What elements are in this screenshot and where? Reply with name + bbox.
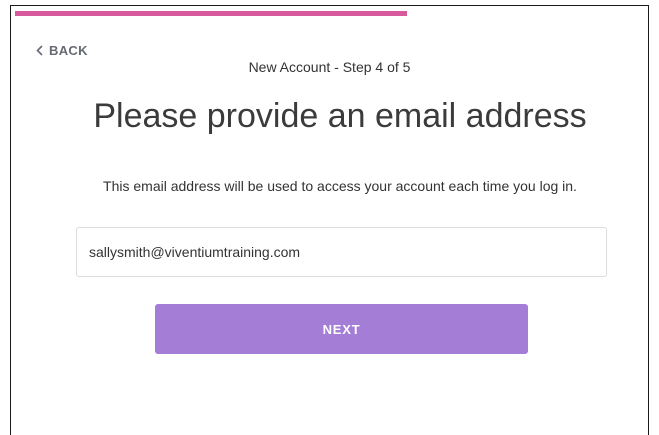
progress-bar (15, 11, 407, 16)
email-field[interactable] (76, 227, 607, 277)
chevron-left-icon (36, 45, 43, 56)
page-title: Please provide an email address (93, 97, 587, 135)
next-button[interactable]: NEXT (155, 304, 528, 354)
back-label: BACK (49, 43, 88, 58)
step-indicator: New Account - Step 4 of 5 (248, 59, 411, 75)
back-link[interactable]: BACK (36, 43, 88, 58)
page-subtitle: This email address will be used to acces… (103, 178, 577, 194)
